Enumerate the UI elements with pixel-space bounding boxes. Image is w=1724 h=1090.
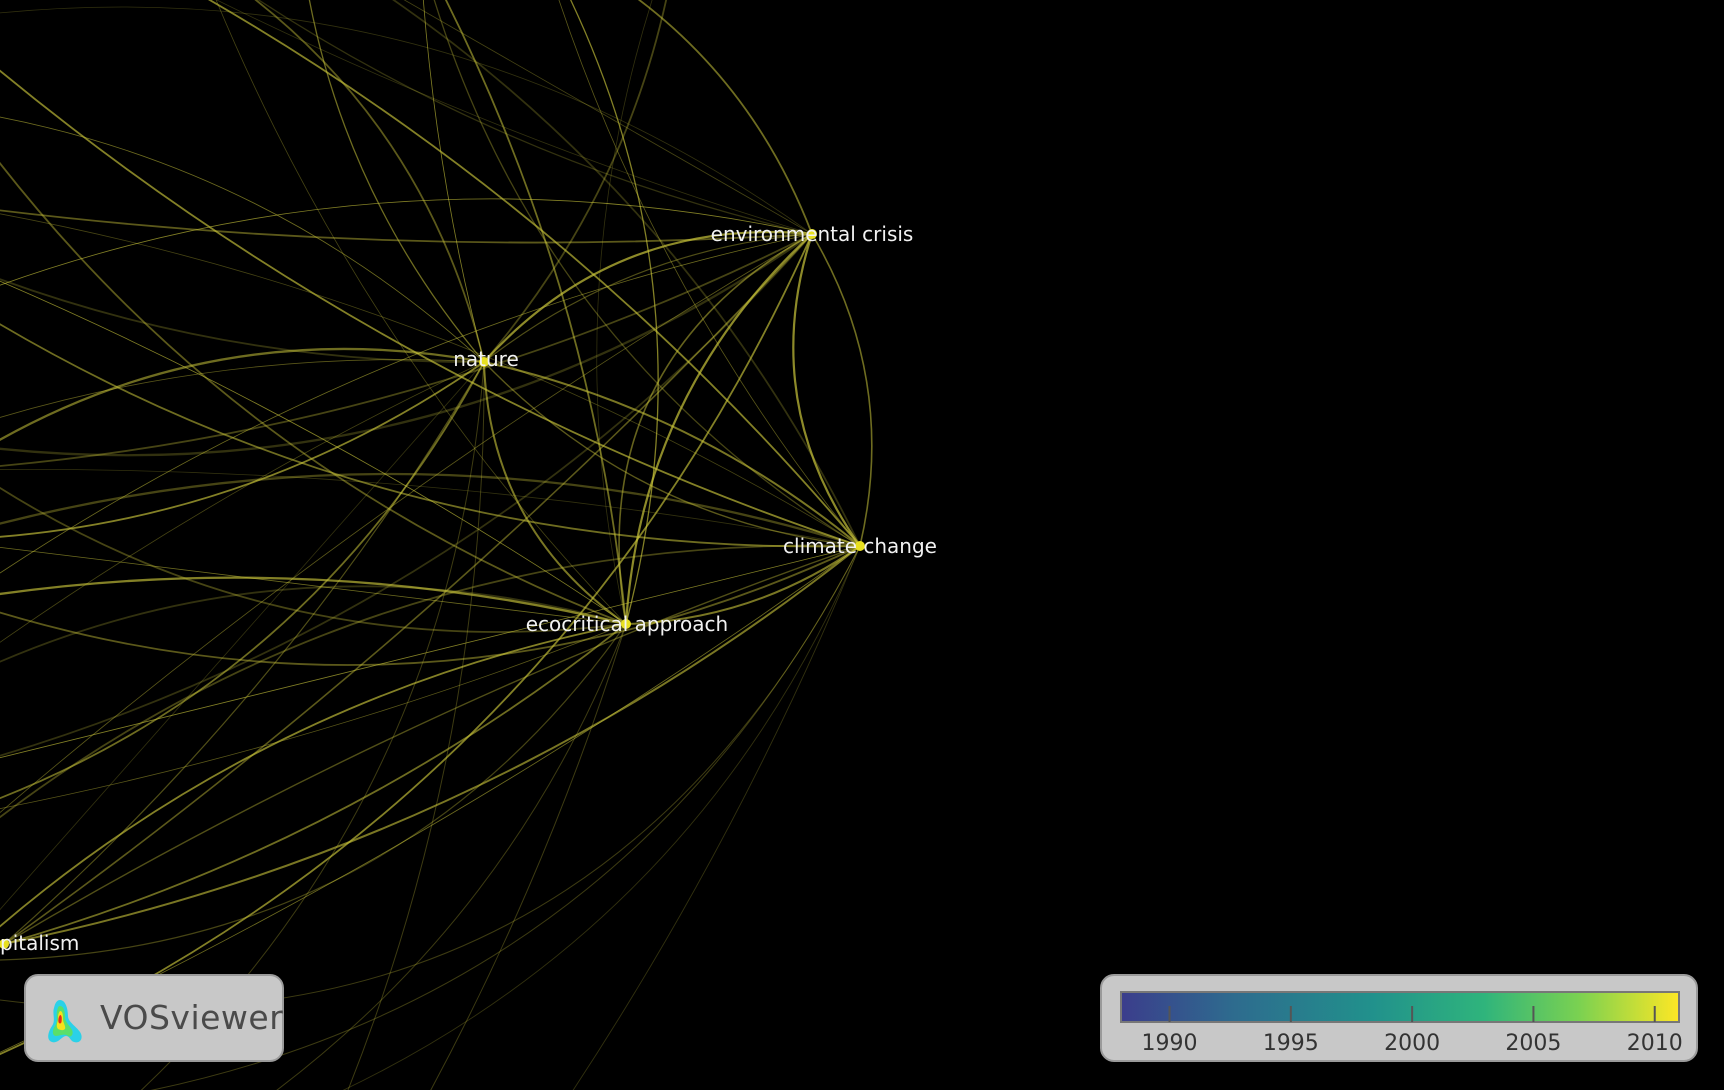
- network-link: [0, 233, 813, 757]
- network-link: [276, 623, 627, 1090]
- network-link: [0, 545, 861, 1010]
- network-link: [0, 361, 485, 538]
- network-link: [0, 69, 861, 547]
- network-link: [0, 623, 627, 810]
- network-link: [0, 213, 861, 547]
- vosviewer-logo-icon: [48, 1000, 82, 1043]
- network-link: [3, 545, 861, 945]
- network-link: [483, 361, 861, 547]
- network-link: [0, 347, 485, 442]
- label-nature[interactable]: nature: [453, 347, 519, 371]
- label-capitalism[interactable]: pitalism: [0, 931, 79, 955]
- link-layer: [0, 0, 873, 1090]
- network-link: [430, 623, 627, 1090]
- network-link: [3, 623, 627, 945]
- label-ecocritical-approach[interactable]: ecocritical approach: [526, 612, 728, 636]
- label-climate-change[interactable]: climate change: [783, 534, 937, 558]
- brand-name: VOSviewer: [100, 998, 284, 1037]
- network-link: [0, 361, 485, 643]
- year-color-legend: 1990 1995 2000 2005 2010: [1100, 974, 1698, 1062]
- network-link: [0, 116, 485, 363]
- network-link: [0, 278, 485, 363]
- network-link: [0, 469, 861, 547]
- legend-tick-label-2010: 2010: [1627, 1031, 1683, 1056]
- network-link: [558, 0, 861, 547]
- network-link: [0, 198, 813, 286]
- network-link: [308, 0, 485, 363]
- legend-tick-label-2005: 2005: [1505, 1031, 1561, 1056]
- label-environmental-crisis[interactable]: environmental crisis: [711, 222, 914, 246]
- network-link: [792, 233, 861, 547]
- color-scale-bar: [1120, 991, 1680, 1023]
- network-link: [3, 233, 813, 945]
- network-link: [0, 233, 813, 457]
- network-link: [811, 233, 873, 547]
- legend-tick-label-1995: 1995: [1263, 1031, 1319, 1056]
- network-link: [483, 361, 861, 547]
- legend-tick-label-2000: 2000: [1384, 1031, 1440, 1056]
- network-map[interactable]: environmental crisis nature climate chan…: [0, 0, 1724, 1090]
- network-link: [637, 0, 813, 235]
- network-link: [0, 233, 813, 574]
- vosviewer-logo-panel[interactable]: VOSviewer: [24, 974, 284, 1062]
- network-link: [0, 161, 627, 625]
- network-link: [0, 209, 813, 244]
- network-link: [0, 486, 627, 633]
- network-link: [0, 359, 485, 418]
- network-link: [0, 472, 861, 548]
- network-link: [3, 545, 861, 945]
- legend-tick-label-1990: 1990: [1142, 1031, 1198, 1056]
- network-link: [0, 6, 813, 235]
- color-scale: 1990 1995 2000 2005 2010: [1120, 991, 1683, 1056]
